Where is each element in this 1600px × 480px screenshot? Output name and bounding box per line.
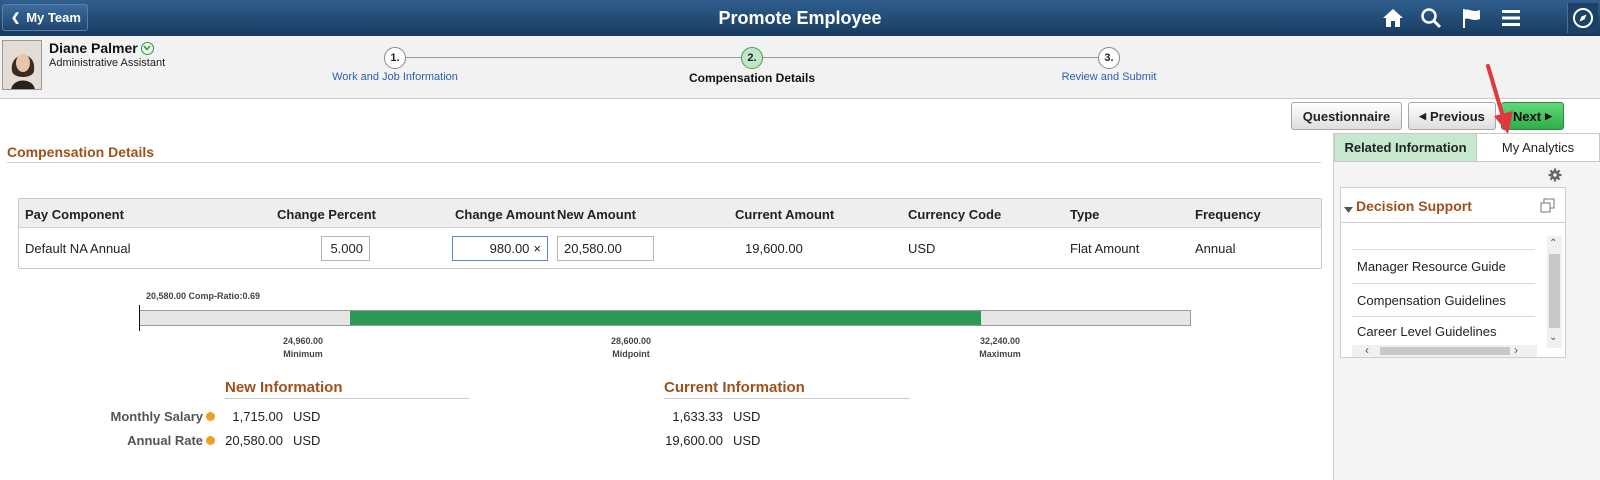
new-monthly-salary: 1,715.00 [232,409,283,424]
col-header-new-amount: New Amount [557,207,636,222]
new-annual-rate: 20,580.00 [225,433,283,448]
change-amount-input[interactable]: 980.00 × [452,236,548,261]
chevron-down-icon[interactable] [140,41,154,55]
col-header-type: Type [1070,207,1100,222]
current-annual-rate: 19,600.00 [665,433,723,448]
top-banner [0,0,1600,36]
home-icon[interactable] [1380,5,1406,31]
comp-range-bar [139,310,1191,326]
cell-pay-component: Default NA Annual [25,241,131,256]
ds-link-compensation-guidelines[interactable]: Compensation Guidelines [1352,283,1535,316]
cell-currency-code: USD [908,241,936,256]
back-to-my-team-button[interactable]: ❮ My Team [2,4,88,31]
clear-icon[interactable]: × [533,241,541,256]
col-header-frequency: Frequency [1195,207,1261,222]
cell-current-amount: 19,600.00 [745,241,803,256]
vertical-scrollbar-thumb[interactable] [1549,254,1560,328]
comp-ratio-marker [139,305,140,331]
questionnaire-button[interactable]: Questionnaire [1291,102,1402,130]
ds-link-career-level-guidelines[interactable]: Career Level Guidelines [1352,316,1535,345]
tab-related-information[interactable]: Related Information [1334,133,1477,162]
current-information-title: Current Information [664,379,805,396]
range-minimum: 24,960.00 Minimum [253,335,353,361]
col-header-change-amount: Change Amount [455,207,555,222]
scroll-down-icon[interactable]: ⌄ [1549,332,1557,343]
col-header-currency-code: Currency Code [908,207,1002,222]
previous-button[interactable]: ◀ Previous [1408,102,1496,130]
range-maximum-label: Maximum [979,349,1021,359]
current-monthly-currency: USD [733,409,761,424]
employee-header [0,36,1600,99]
new-information-divider [225,398,469,399]
previous-button-label: Previous [1430,108,1485,124]
train-label-review-submit[interactable]: Review and Submit [1009,71,1209,83]
new-monthly-currency: USD [293,409,321,424]
train-label-work-and-job[interactable]: Work and Job Information [295,71,495,83]
train-stop-2: 2. [741,47,763,69]
range-minimum-label: Minimum [283,349,323,359]
scroll-left-icon[interactable]: ‹ [1365,343,1369,357]
change-percent-input[interactable] [321,236,370,261]
scroll-up-icon[interactable]: ⌃ [1549,238,1557,249]
expand-window-icon[interactable] [1540,198,1555,216]
range-midpoint-value: 28,600.00 [610,336,652,346]
next-button[interactable]: Next ▶ [1501,102,1564,130]
new-information-title: New Information [225,379,343,396]
section-title: Compensation Details [7,144,155,160]
new-amount-input[interactable] [557,236,654,261]
flag-icon[interactable] [1459,5,1485,31]
section-divider [7,162,1321,163]
navbar-compass-icon[interactable] [1567,3,1598,33]
range-minimum-value: 24,960.00 [282,336,324,346]
search-icon[interactable] [1418,5,1444,31]
col-header-pay-component: Pay Component [25,207,124,222]
comp-ratio-caption: 20,580.00 Comp-Ratio:0.69 [146,291,261,301]
scroll-right-icon[interactable]: › [1514,343,1518,357]
cell-type: Flat Amount [1070,241,1140,256]
horizontal-scrollbar-thumb[interactable] [1380,347,1510,355]
col-header-change-percent: Change Percent [277,207,376,222]
gear-icon[interactable] [1548,168,1562,182]
comp-range-fill [350,311,981,325]
compensation-grid: Pay Component Change Percent Change Amou… [18,198,1322,269]
previous-arrow-icon: ◀ [1419,110,1426,121]
current-annual-currency: USD [733,433,761,448]
monthly-salary-label: Monthly Salary [110,409,203,424]
range-midpoint-label: Midpoint [612,349,650,359]
monthly-salary-indicator [206,412,215,421]
train-stop-1[interactable]: 1. [384,47,406,69]
grid-header-row [19,199,1321,228]
current-information-divider [664,398,910,399]
ds-link-manager-resource-guide[interactable]: Manager Resource Guide [1352,249,1535,282]
range-maximum-value: 32,240.00 [979,336,1021,346]
range-maximum: 32,240.00 Maximum [950,335,1050,361]
chevron-left-icon: ❮ [11,12,21,24]
train-stop-3[interactable]: 3. [1098,47,1120,69]
next-arrow-icon: ▶ [1545,110,1553,121]
change-amount-value: 980.00 [489,241,530,256]
employee-photo [2,40,42,90]
decision-support-title[interactable]: Decision Support [1356,198,1472,214]
employee-name-text: Diane Palmer [49,40,138,56]
next-button-label: Next [1512,108,1542,124]
current-monthly-salary: 1,633.33 [672,409,723,424]
annual-rate-label: Annual Rate [127,433,203,448]
menu-icon[interactable] [1498,5,1524,31]
back-button-label: My Team [26,10,81,25]
employee-job-title: Administrative Assistant [49,57,166,69]
range-midpoint: 28,600.00 Midpoint [581,335,681,361]
tab-my-analytics[interactable]: My Analytics [1476,133,1600,162]
decision-support-divider [1341,222,1565,223]
col-header-current-amount: Current Amount [735,207,835,222]
new-annual-currency: USD [293,433,321,448]
collapse-triangle-icon[interactable] [1344,202,1353,217]
train-label-compensation: Compensation Details [688,71,816,85]
annual-rate-indicator [206,436,215,445]
employee-name[interactable]: Diane Palmer [49,40,154,56]
cell-frequency: Annual [1195,241,1236,256]
